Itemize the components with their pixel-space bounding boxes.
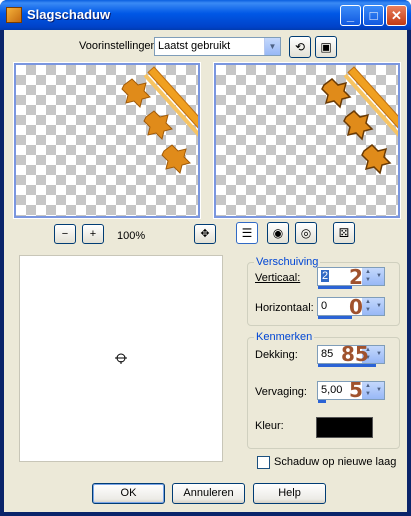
vertical-value: 2 — [321, 270, 330, 282]
opacity-value: 85 — [321, 348, 334, 360]
close-button[interactable]: ✕ — [386, 5, 407, 26]
eye-icon: ◉ — [272, 226, 284, 240]
refresh-icon: ⟲ — [294, 40, 306, 54]
horizontal-stepper[interactable]: ▲ ▼ — [362, 298, 374, 315]
zoom-out-button[interactable]: − — [54, 224, 76, 244]
horizontal-annotation: 0 — [349, 295, 363, 319]
maximize-button[interactable]: □ — [363, 5, 384, 26]
offset-group-title: Verschuiving — [254, 256, 321, 268]
pan-icon: ✥ — [200, 228, 210, 240]
zoom-out-icon: − — [61, 228, 69, 240]
opacity-label: Dekking: — [255, 349, 298, 361]
ok-button[interactable]: OK — [92, 483, 165, 504]
minimize-button[interactable]: _ — [340, 5, 361, 26]
randomize-button[interactable]: ⚄ — [333, 222, 355, 244]
list-icon: ☰ — [241, 226, 253, 240]
chevron-down-icon[interactable]: ▼ — [264, 38, 280, 55]
horizontal-label: Horizontaal: — [255, 302, 314, 314]
preset-label: Voorinstellingen: — [79, 40, 160, 52]
reset-preset-button[interactable]: ⟲ — [289, 36, 311, 58]
chevron-down-icon[interactable]: ▼ — [374, 298, 384, 315]
leaf-ribbon-image — [121, 66, 198, 203]
save-preset-button[interactable]: ▣ — [315, 36, 337, 58]
help-button[interactable]: Help — [253, 483, 326, 504]
shadow-color-swatch[interactable] — [316, 417, 373, 438]
opacity-annotation: 85 — [341, 342, 369, 366]
new-layer-checkbox[interactable] — [257, 456, 270, 469]
window-title: Slagschaduw — [27, 7, 111, 22]
blur-slider[interactable] — [318, 400, 326, 403]
preview-after[interactable] — [213, 62, 401, 219]
crosshair-icon — [115, 353, 127, 364]
vertical-annotation: 2 — [349, 265, 363, 289]
blur-stepper[interactable]: ▲ ▼ — [362, 382, 374, 399]
leaf-ribbon-shadow-image — [321, 66, 398, 203]
cancel-button[interactable]: Annuleren — [172, 483, 245, 504]
auto-proof-button[interactable]: ◉ — [267, 222, 289, 244]
new-layer-label: Schaduw op nieuwe laag — [274, 456, 397, 468]
blur-label: Vervaging: — [255, 386, 307, 398]
preview-before[interactable] — [13, 62, 201, 219]
chevron-down-icon[interactable]: ▼ — [374, 382, 384, 399]
settings-view-button[interactable]: ☰ — [236, 222, 258, 244]
properties-group-title: Kenmerken — [254, 331, 315, 343]
zoom-in-icon: + — [89, 228, 97, 240]
chevron-down-icon[interactable]: ▼ — [374, 346, 384, 363]
color-label: Kleur: — [255, 420, 284, 432]
offset-canvas[interactable] — [19, 255, 223, 462]
preset-value: Laatst gebruikt — [158, 40, 231, 52]
save-icon: ▣ — [320, 40, 332, 54]
chevron-down-icon[interactable]: ▼ — [374, 268, 384, 285]
preset-dropdown[interactable]: Laatst gebruikt ▼ — [154, 37, 281, 56]
blur-annotation: 5 — [349, 378, 363, 402]
horizontal-value: 0 — [321, 300, 328, 312]
dice-icon: ⚄ — [338, 226, 350, 240]
app-icon — [6, 7, 22, 23]
vertical-stepper[interactable]: ▲ ▼ — [362, 268, 374, 285]
proof-button[interactable]: ◎ — [295, 222, 317, 244]
vertical-slider[interactable] — [318, 286, 352, 289]
zoom-level: 100% — [117, 230, 146, 242]
vertical-label: Verticaal: — [255, 272, 301, 284]
horizontal-slider[interactable] — [318, 316, 352, 319]
zoom-in-button[interactable]: + — [82, 224, 104, 244]
eye-icon: ◎ — [300, 226, 312, 240]
title-bar[interactable]: Slagschaduw _ □ ✕ — [0, 0, 411, 30]
pan-button[interactable]: ✥ — [194, 224, 216, 244]
blur-value: 5,00 — [321, 384, 343, 396]
